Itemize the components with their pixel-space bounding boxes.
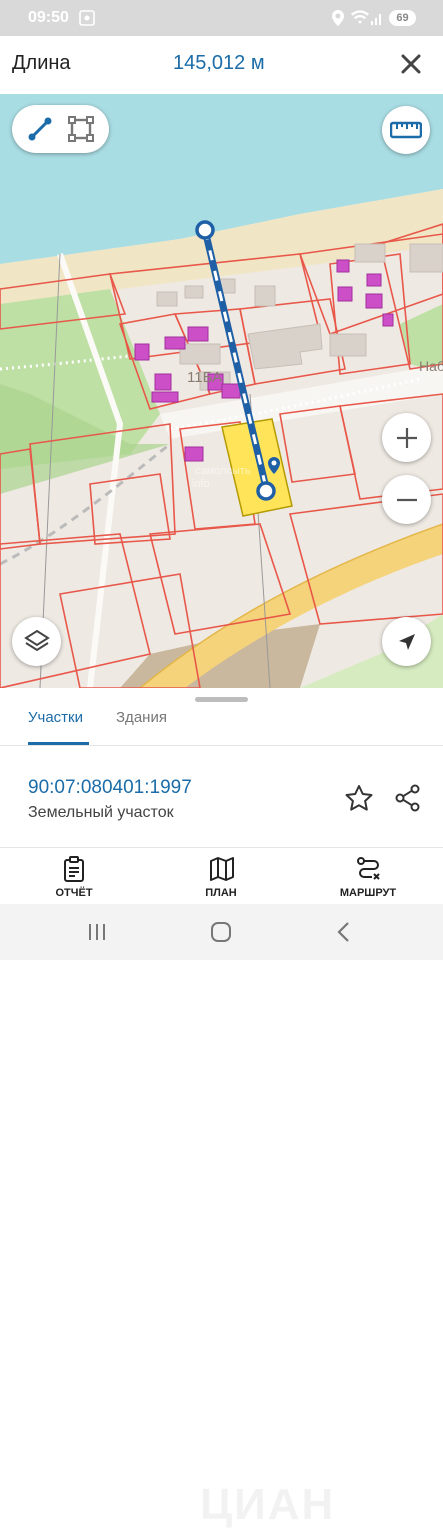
report-icon — [64, 856, 84, 882]
nav-plan-label: ПЛАН — [205, 887, 237, 899]
wifi-icon — [351, 10, 369, 31]
nav-report[interactable]: ОТЧЁТ — [14, 854, 134, 904]
map-canvas[interactable]: самолсыть info 11БА Наб — [0, 94, 443, 688]
signal-icon — [370, 10, 384, 31]
nav-report-label: ОТЧЁТ — [55, 887, 93, 899]
tab-parcels[interactable]: Участки — [28, 709, 83, 726]
ruler-button[interactable] — [382, 106, 430, 154]
tabs-divider — [0, 745, 443, 746]
parcel-type: Земельный участок — [28, 804, 174, 821]
status-time: 09:50 — [28, 9, 69, 26]
nav-plan[interactable]: ПЛАН — [161, 854, 281, 904]
map-plan-icon — [210, 857, 234, 881]
zoom-in-button[interactable] — [382, 413, 431, 462]
measure-header: Длина 145,012 м — [0, 36, 443, 94]
plus-icon — [396, 427, 417, 448]
navigation-arrow-icon — [398, 633, 415, 650]
status-bar: 09:50 69 — [0, 0, 443, 36]
bottom-sheet: Участки Здания ЦИАН 90:07:080401:1997 Зе… — [0, 688, 443, 1529]
nav-route-label: МАРШРУТ — [339, 887, 397, 899]
svg-text:самолсыть: самолсыть — [195, 465, 251, 477]
location-icon — [332, 10, 344, 31]
parcel-cadastral-number[interactable]: 90:07:080401:1997 — [28, 777, 192, 799]
length-value: 145,012 м — [173, 52, 265, 74]
close-icon[interactable] — [398, 51, 424, 77]
sheet-drag-handle[interactable] — [195, 697, 248, 702]
route-icon — [357, 857, 380, 880]
layers-button[interactable] — [12, 617, 61, 666]
measure-mode-toggle — [12, 105, 109, 153]
system-navigation-bar — [0, 904, 443, 960]
area-measure-icon[interactable] — [57, 105, 105, 153]
screenshot-icon — [79, 10, 95, 31]
svg-text:info: info — [192, 478, 210, 490]
measure-end-point[interactable] — [256, 481, 276, 501]
tab-buildings[interactable]: Здания — [116, 709, 167, 726]
zoom-out-button[interactable] — [382, 475, 431, 524]
my-location-button[interactable] — [382, 617, 431, 666]
watermark: ЦИАН — [200, 1480, 336, 1529]
nav-route[interactable]: МАРШРУТ — [308, 854, 428, 904]
map-label-street: Наб — [419, 358, 443, 374]
battery-indicator: 69 — [389, 10, 416, 26]
share-icon[interactable] — [394, 784, 422, 817]
ruler-icon — [390, 121, 422, 139]
nav-divider — [0, 847, 443, 848]
recent-apps-icon[interactable] — [87, 922, 107, 947]
header-title: Длина — [12, 52, 71, 74]
home-icon[interactable] — [210, 921, 232, 948]
map-view[interactable]: самолсыть info 11БА Наб — [0, 94, 443, 688]
minus-icon — [396, 498, 417, 501]
favorite-star-icon[interactable] — [344, 784, 374, 817]
measure-start-point[interactable] — [195, 220, 215, 240]
layers-icon — [23, 629, 50, 651]
map-label-plot: 11БА — [187, 369, 222, 386]
back-icon[interactable] — [336, 921, 352, 948]
